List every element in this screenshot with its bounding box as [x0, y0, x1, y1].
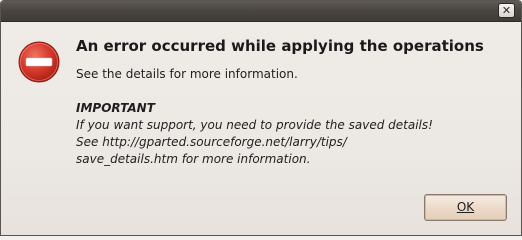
close-button[interactable]: ✕ [498, 3, 515, 18]
title-bar[interactable]: ✕ [1, 1, 521, 22]
dialog-title: An error occurred while applying the ope… [76, 37, 484, 55]
dialog-window: ✕ An error occurred while applying the o… [0, 0, 522, 236]
dialog-subtitle: See the details for more information. [76, 67, 298, 81]
ok-button[interactable]: OK [424, 194, 507, 221]
dialog-content: An error occurred while applying the ope… [1, 22, 521, 235]
stop-icon [18, 41, 60, 83]
important-heading: IMPORTANT [76, 101, 155, 115]
important-line: See http://gparted.sourceforge.net/larry… [76, 135, 347, 149]
close-icon: ✕ [501, 4, 512, 17]
important-line: save_details.htm for more information. [76, 152, 311, 166]
important-line: If you want support, you need to provide… [76, 118, 433, 132]
ok-button-label: OK [456, 200, 475, 214]
important-notice: IMPORTANT If you want support, you need … [76, 100, 506, 168]
